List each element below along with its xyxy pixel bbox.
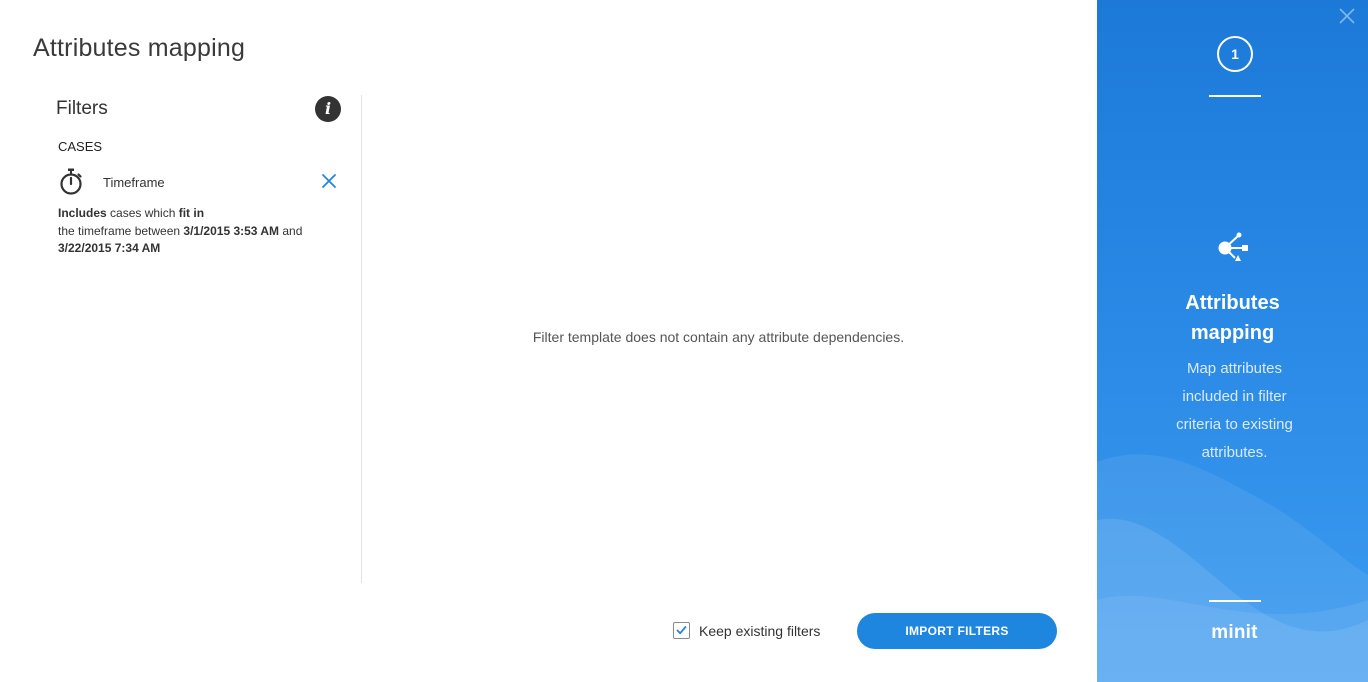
info-icon[interactable]: i [315,96,341,122]
filters-heading: Filters [56,98,108,119]
keep-existing-filters-label[interactable]: Keep existing filters [699,623,820,639]
checkbox-box[interactable] [673,622,690,639]
empty-state-message: Filter template does not contain any att… [532,329,905,345]
close-icon[interactable] [1338,7,1356,25]
close-icon[interactable] [320,172,338,190]
side-panel: 1 Attributes mapping Map attributes incl… [1097,0,1368,682]
bottom-divider [1209,600,1261,602]
minit-logo: minit [1211,622,1258,643]
desc-includes: Includes [58,206,107,220]
side-panel-description: Map attributes included in filter criter… [1152,355,1317,467]
checkmark-icon [676,626,687,635]
side-desc-line: Map attributes [1186,360,1283,377]
share-mapping-icon [1218,232,1248,261]
side-desc-line: included in filter [1182,388,1287,405]
page-title: Attributes mapping [33,34,246,62]
side-desc-line: criteria to existing [1176,416,1293,433]
desc-start-date: 3/1/2015 3:53 AM [183,223,280,238]
desc-timeframe-between: the timeframe between [58,223,184,238]
side-panel-title: Attributes mapping [1097,288,1368,348]
import-filters-button[interactable]: IMPORT FILTERS [857,613,1057,649]
main-panel: Attributes mapping Filters i CASES Timef… [0,0,1097,682]
side-desc-line: attributes. [1201,444,1268,461]
side-title-line-2: mapping [1190,322,1275,344]
desc-cases-which: cases which [106,206,179,220]
desc-fit-in: fit in [178,206,205,220]
cases-section-label: CASES [58,139,103,154]
stopwatch-icon [60,168,82,195]
desc-end-date: 3/22/2015 7:34 AM [58,241,161,255]
desc-and: and [279,223,303,238]
side-title-line-1: Attributes [1185,292,1280,314]
step-underline [1209,95,1261,97]
step-indicator: 1 [1217,36,1253,72]
filter-description: Includes cases which fit in the timefram… [58,205,338,258]
filter-item-label: Timeframe [103,175,165,190]
filter-item-timeframe: Timeframe [56,166,341,196]
